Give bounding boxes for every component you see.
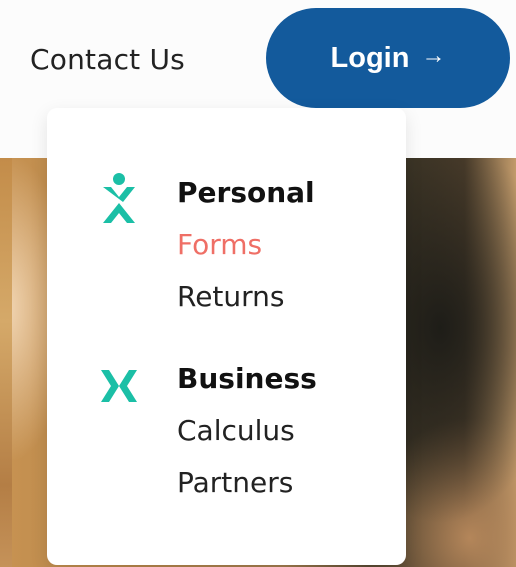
contact-us-link[interactable]: Contact Us [30, 40, 185, 80]
page: Contact Us Login → Personal Forms Return… [0, 0, 516, 567]
menu-link-returns[interactable]: Returns [177, 272, 285, 322]
dropdown-menu: Personal Forms Returns Business Calculus… [47, 108, 406, 565]
business-icon [101, 370, 137, 402]
person-icon [103, 173, 135, 223]
hero-image-edge [0, 158, 12, 567]
arrow-right-icon: → [421, 42, 446, 69]
menu-link-partners[interactable]: Partners [177, 458, 293, 508]
menu-link-calculus[interactable]: Calculus [177, 406, 295, 456]
menu-link-forms[interactable]: Forms [177, 220, 262, 270]
login-label: Login [330, 41, 410, 74]
menu-heading-personal: Personal [177, 176, 315, 209]
login-button[interactable]: Login → [266, 8, 510, 108]
menu-heading-business: Business [177, 362, 317, 395]
